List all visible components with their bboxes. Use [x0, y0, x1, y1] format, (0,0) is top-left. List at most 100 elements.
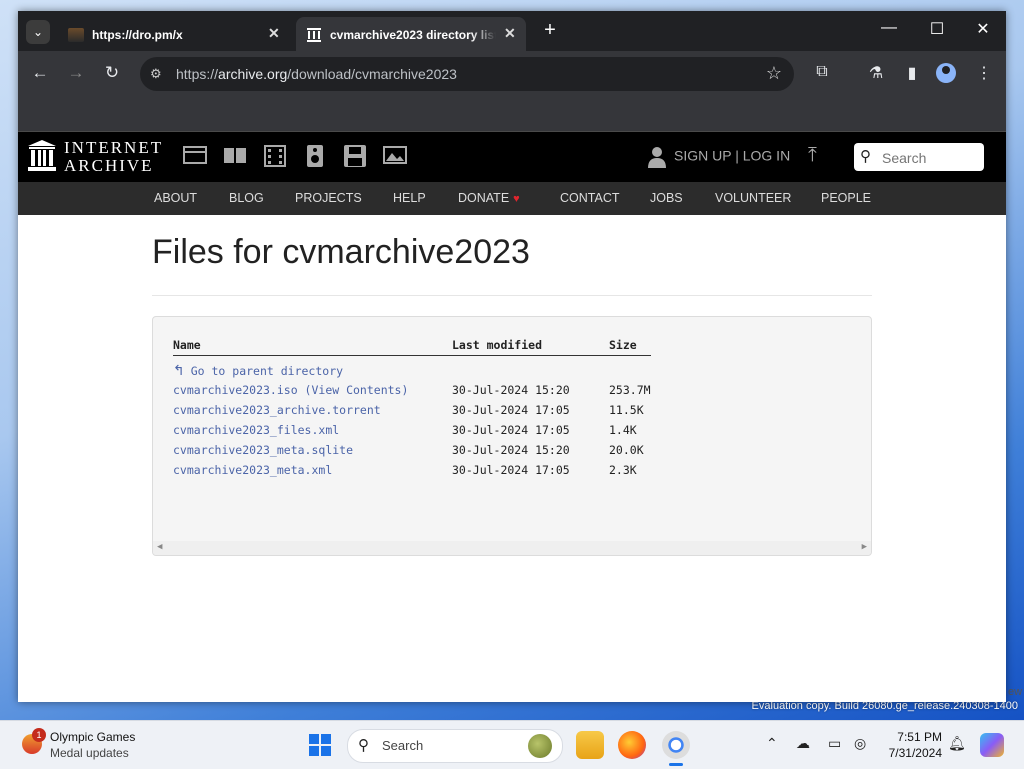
onedrive-offline-icon[interactable]: ☁ — [796, 735, 810, 752]
ia-logo-icon[interactable] — [28, 140, 56, 172]
file-modified: 30-Jul-2024 17:05 — [452, 403, 570, 417]
parent-directory-link[interactable]: ↰ Go to parent directory — [173, 363, 343, 379]
nav-projects[interactable]: PROJECTS — [295, 191, 362, 205]
firefox-icon[interactable] — [618, 731, 646, 759]
audio-speaker-icon[interactable] — [303, 145, 327, 167]
header-divider — [173, 355, 651, 356]
nav-people[interactable]: PEOPLE — [821, 191, 871, 205]
web-icon[interactable] — [183, 145, 207, 167]
file-listing: Name Last modified Size ↰ Go to parent di… — [152, 316, 872, 556]
ia-search-box[interactable]: ⚲ — [854, 143, 984, 171]
nav-donate[interactable]: DONATE ♥ — [458, 191, 520, 205]
horizontal-scrollbar[interactable]: ◀ ▶ — [153, 541, 871, 555]
forward-icon[interactable]: → — [64, 63, 88, 83]
profile-avatar-icon[interactable] — [936, 63, 956, 83]
title-divider — [152, 295, 872, 296]
file-size: 2.3K — [609, 463, 637, 477]
clock[interactable]: 7:51 PM 7/31/2024 — [880, 729, 942, 761]
file-link[interactable]: cvmarchive2023_meta.xml — [173, 463, 332, 477]
file-size: 20.0K — [609, 443, 644, 457]
archive-favicon-icon — [306, 28, 322, 42]
browser-window: ⌄ https://dro.pm/x ✕ cvmarchive2023 dire… — [18, 11, 1006, 702]
close-tab-icon[interactable]: ✕ — [268, 25, 280, 42]
sign-in-link[interactable]: SIGN UP | LOG IN — [648, 146, 790, 168]
nav-help[interactable]: HELP — [393, 191, 426, 205]
menu-kebab-icon[interactable]: ⋮ — [972, 63, 996, 83]
column-header-name: Name — [173, 338, 201, 352]
tab-archive-listing[interactable]: cvmarchive2023 directory listing ✕ — [296, 17, 526, 51]
parent-arrow-icon: ↰ — [173, 363, 185, 379]
back-icon[interactable]: ← — [28, 63, 52, 83]
notification-badge: 1 — [32, 728, 46, 742]
file-size: 253.7M — [609, 383, 651, 397]
tab-strip: ⌄ https://dro.pm/x ✕ cvmarchive2023 dire… — [18, 11, 1006, 51]
table-row: cvmarchive2023_files.xml 30-Jul-2024 17:… — [153, 423, 853, 441]
ia-top-bar: INTERNET ARCHIVE SIGN UP | LOG IN ⤒ ⚲ — [18, 132, 1006, 182]
file-modified: 30-Jul-2024 17:05 — [452, 463, 570, 477]
minimize-button[interactable]: — — [866, 19, 912, 37]
nav-about[interactable]: ABOUT — [154, 191, 197, 205]
table-row: cvmarchive2023_meta.sqlite 30-Jul-2024 1… — [153, 443, 853, 461]
address-bar[interactable]: ⚙ https://archive.org/download/cvmarchiv… — [140, 57, 794, 91]
copilot-icon[interactable] — [980, 733, 1004, 757]
table-row: cvmarchive2023_archive.torrent 30-Jul-20… — [153, 403, 853, 421]
show-hidden-icons-icon[interactable]: ⌃ — [766, 735, 778, 752]
file-link[interactable]: cvmarchive2023.iso (View Contents) — [173, 383, 408, 397]
file-link[interactable]: cvmarchive2023_archive.torrent — [173, 403, 381, 417]
chrome-icon[interactable] — [662, 731, 690, 766]
scroll-right-icon[interactable]: ▶ — [862, 542, 867, 552]
nav-contact[interactable]: CONTACT — [560, 191, 620, 205]
scroll-left-icon[interactable]: ◀ — [157, 542, 162, 552]
maximize-button[interactable]: ☐ — [914, 19, 960, 39]
network-icon[interactable]: ◎ — [854, 735, 866, 752]
heart-icon: ♥ — [513, 193, 520, 205]
file-size: 1.4K — [609, 423, 637, 437]
tab-dro-pm[interactable]: https://dro.pm/x ✕ — [58, 17, 294, 51]
search-highlight-icon — [528, 734, 552, 758]
page-title: Files for cvmarchive2023 — [152, 233, 530, 271]
widgets-button[interactable]: 1 Olympic Games Medal updates — [20, 728, 150, 762]
display-icon[interactable]: ▭ — [828, 735, 841, 752]
close-window-button[interactable]: ✕ — [960, 19, 1006, 39]
file-modified: 30-Jul-2024 17:05 — [452, 423, 570, 437]
file-link[interactable]: cvmarchive2023_meta.sqlite — [173, 443, 353, 457]
upload-icon[interactable]: ⤒ — [808, 144, 817, 167]
images-icon[interactable] — [383, 145, 407, 167]
column-header-modified: Last modified — [452, 338, 543, 352]
new-tab-button[interactable]: + — [538, 19, 562, 42]
notifications-bell-icon[interactable]: 🔔︎ — [948, 735, 966, 752]
file-link[interactable]: cvmarchive2023_files.xml — [173, 423, 339, 437]
file-explorer-icon[interactable] — [576, 731, 604, 759]
bookmark-star-icon[interactable]: ☆ — [766, 63, 782, 84]
labs-flask-icon[interactable]: ⚗ — [864, 63, 888, 83]
desktop-edge-text: ew — [1008, 686, 1023, 698]
search-icon: ⚲ — [358, 737, 369, 754]
browser-toolbar: ← → ↻ ⚙ https://archive.org/download/cvm… — [18, 51, 1006, 95]
start-button[interactable] — [309, 734, 331, 756]
reload-icon[interactable]: ↻ — [100, 63, 124, 83]
taskbar: 1 Olympic Games Medal updates ⚲ Search ⌃… — [0, 720, 1024, 769]
software-floppy-icon[interactable] — [343, 145, 367, 167]
widget-title: Olympic Games — [50, 730, 136, 744]
extensions-icon[interactable]: ⧉ — [810, 63, 834, 81]
taskbar-search[interactable]: ⚲ Search — [347, 729, 563, 763]
site-info-icon[interactable]: ⚙ — [150, 66, 162, 82]
close-tab-icon[interactable]: ✕ — [504, 25, 516, 42]
url-text: https://archive.org/download/cvmarchive2… — [176, 66, 457, 82]
nav-blog[interactable]: BLOG — [229, 191, 264, 205]
texts-book-icon[interactable] — [223, 145, 247, 167]
view-contents-link[interactable]: (View Contents) — [298, 383, 409, 397]
search-input[interactable] — [880, 147, 980, 169]
widget-subtitle: Medal updates — [50, 746, 129, 760]
side-panel-icon[interactable]: ▮ — [900, 63, 924, 83]
date-text: 7/31/2024 — [888, 746, 942, 760]
user-icon — [648, 146, 666, 168]
nav-jobs[interactable]: JOBS — [650, 191, 683, 205]
parent-directory-row: ↰ Go to parent directory — [153, 363, 853, 381]
favicon-icon — [68, 28, 84, 42]
ia-logo-text[interactable]: INTERNET ARCHIVE — [64, 139, 163, 175]
video-film-icon[interactable] — [263, 145, 287, 167]
tab-search-button[interactable]: ⌄ — [26, 20, 50, 44]
nav-volunteer[interactable]: VOLUNTEER — [715, 191, 791, 205]
search-label: Search — [382, 738, 424, 753]
